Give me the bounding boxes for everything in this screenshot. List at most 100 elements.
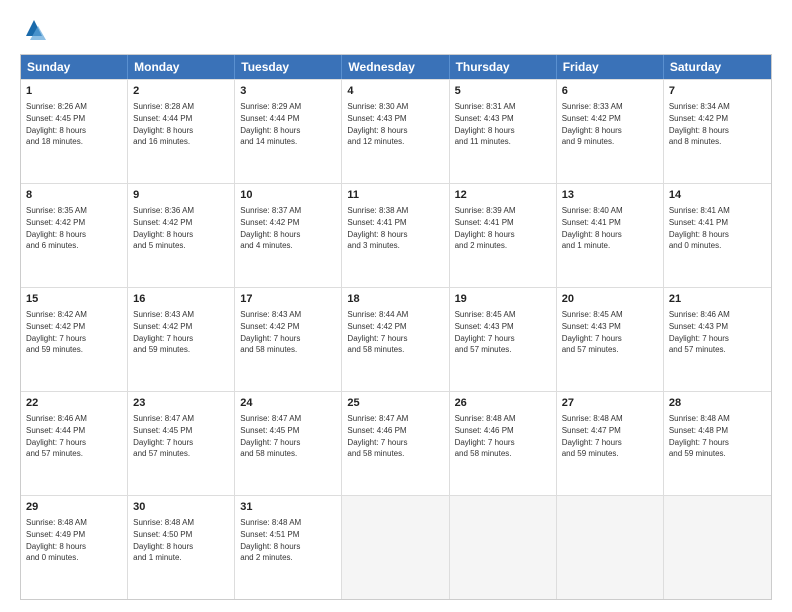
table-row: 19Sunrise: 8:45 AMSunset: 4:43 PMDayligh…	[450, 288, 557, 391]
calendar: SundayMondayTuesdayWednesdayThursdayFrid…	[20, 54, 772, 600]
cell-text: Sunrise: 8:45 AMSunset: 4:43 PMDaylight:…	[455, 309, 551, 355]
cell-text: Sunrise: 8:34 AMSunset: 4:42 PMDaylight:…	[669, 101, 766, 147]
table-row	[342, 496, 449, 599]
table-row: 30 Sunrise: 8:48 AMSunset: 4:50 PMDayligh…	[128, 496, 235, 599]
day-number: 6	[562, 84, 658, 99]
day-number: 15	[26, 292, 122, 307]
day-number: 11	[347, 188, 443, 203]
table-row: 16Sunrise: 8:43 AMSunset: 4:42 PMDayligh…	[128, 288, 235, 391]
cal-week-1: 1 Sunrise: 8:26 AMSunset: 4:45 PMDaylight…	[21, 79, 771, 183]
cell-text: Sunrise: 8:47 AMSunset: 4:45 PMDaylight:…	[133, 413, 229, 459]
cell-text: Sunrise: 8:48 AMSunset: 4:50 PMDaylight:…	[133, 517, 229, 563]
day-number: 5	[455, 84, 551, 99]
cell-text: Sunrise: 8:46 AMSunset: 4:43 PMDaylight:…	[669, 309, 766, 355]
cal-header-day-tuesday: Tuesday	[235, 55, 342, 79]
table-row: 15 Sunrise: 8:42 AMSunset: 4:42 PMDayligh…	[21, 288, 128, 391]
table-row: 20 Sunrise: 8:45 AMSunset: 4:43 PMDayligh…	[557, 288, 664, 391]
cal-week-4: 22 Sunrise: 8:46 AMSunset: 4:44 PMDayligh…	[21, 391, 771, 495]
cell-text: Sunrise: 8:37 AMSunset: 4:42 PMDaylight:…	[240, 205, 336, 251]
table-row: 25Sunrise: 8:47 AMSunset: 4:46 PMDayligh…	[342, 392, 449, 495]
cal-header-day-monday: Monday	[128, 55, 235, 79]
day-number: 27	[562, 396, 658, 411]
table-row: 31Sunrise: 8:48 AMSunset: 4:51 PMDayligh…	[235, 496, 342, 599]
cell-text: Sunrise: 8:43 AMSunset: 4:42 PMDaylight:…	[240, 309, 336, 355]
day-number: 24	[240, 396, 336, 411]
cell-text: Sunrise: 8:31 AMSunset: 4:43 PMDaylight:…	[455, 101, 551, 147]
day-number: 1	[26, 84, 122, 99]
cell-text: Sunrise: 8:39 AMSunset: 4:41 PMDaylight:…	[455, 205, 551, 251]
cell-text: Sunrise: 8:29 AMSunset: 4:44 PMDaylight:…	[240, 101, 336, 147]
logo	[20, 16, 52, 44]
cell-text: Sunrise: 8:40 AMSunset: 4:41 PMDaylight:…	[562, 205, 658, 251]
table-row: 14 Sunrise: 8:41 AMSunset: 4:41 PMDayligh…	[664, 184, 771, 287]
day-number: 4	[347, 84, 443, 99]
table-row: 12Sunrise: 8:39 AMSunset: 4:41 PMDayligh…	[450, 184, 557, 287]
day-number: 17	[240, 292, 336, 307]
day-number: 26	[455, 396, 551, 411]
day-number: 29	[26, 500, 122, 515]
table-row: 22 Sunrise: 8:46 AMSunset: 4:44 PMDayligh…	[21, 392, 128, 495]
cal-header-day-sunday: Sunday	[21, 55, 128, 79]
day-number: 7	[669, 84, 766, 99]
day-number: 8	[26, 188, 122, 203]
cell-text: Sunrise: 8:28 AMSunset: 4:44 PMDaylight:…	[133, 101, 229, 147]
cell-text: Sunrise: 8:44 AMSunset: 4:42 PMDaylight:…	[347, 309, 443, 355]
day-number: 25	[347, 396, 443, 411]
cell-text: Sunrise: 8:47 AMSunset: 4:45 PMDaylight:…	[240, 413, 336, 459]
day-number: 16	[133, 292, 229, 307]
cell-text: Sunrise: 8:38 AMSunset: 4:41 PMDaylight:…	[347, 205, 443, 251]
day-number: 30	[133, 500, 229, 515]
table-row	[557, 496, 664, 599]
table-row: 1 Sunrise: 8:26 AMSunset: 4:45 PMDaylight…	[21, 80, 128, 183]
cell-text: Sunrise: 8:48 AMSunset: 4:46 PMDaylight:…	[455, 413, 551, 459]
table-row: 3 Sunrise: 8:29 AMSunset: 4:44 PMDaylight…	[235, 80, 342, 183]
cal-header-day-saturday: Saturday	[664, 55, 771, 79]
day-number: 3	[240, 84, 336, 99]
cal-week-3: 15 Sunrise: 8:42 AMSunset: 4:42 PMDayligh…	[21, 287, 771, 391]
page: SundayMondayTuesdayWednesdayThursdayFrid…	[0, 0, 792, 612]
table-row	[664, 496, 771, 599]
table-row: 18 Sunrise: 8:44 AMSunset: 4:42 PMDayligh…	[342, 288, 449, 391]
logo-icon	[20, 16, 48, 44]
day-number: 23	[133, 396, 229, 411]
day-number: 18	[347, 292, 443, 307]
day-number: 28	[669, 396, 766, 411]
table-row: 7 Sunrise: 8:34 AMSunset: 4:42 PMDaylight…	[664, 80, 771, 183]
day-number: 31	[240, 500, 336, 515]
cal-week-5: 29Sunrise: 8:48 AMSunset: 4:49 PMDayligh…	[21, 495, 771, 599]
day-number: 22	[26, 396, 122, 411]
cal-week-2: 8Sunrise: 8:35 AMSunset: 4:42 PMDaylight…	[21, 183, 771, 287]
cell-text: Sunrise: 8:48 AMSunset: 4:47 PMDaylight:…	[562, 413, 658, 459]
table-row: 26 Sunrise: 8:48 AMSunset: 4:46 PMDayligh…	[450, 392, 557, 495]
cell-text: Sunrise: 8:46 AMSunset: 4:44 PMDaylight:…	[26, 413, 122, 459]
table-row	[450, 496, 557, 599]
cal-header-day-thursday: Thursday	[450, 55, 557, 79]
day-number: 14	[669, 188, 766, 203]
calendar-header: SundayMondayTuesdayWednesdayThursdayFrid…	[21, 55, 771, 79]
cal-header-day-friday: Friday	[557, 55, 664, 79]
table-row: 9Sunrise: 8:36 AMSunset: 4:42 PMDaylight…	[128, 184, 235, 287]
table-row: 24 Sunrise: 8:47 AMSunset: 4:45 PMDayligh…	[235, 392, 342, 495]
cell-text: Sunrise: 8:26 AMSunset: 4:45 PMDaylight:…	[26, 101, 122, 147]
cell-text: Sunrise: 8:41 AMSunset: 4:41 PMDaylight:…	[669, 205, 766, 251]
table-row: 13 Sunrise: 8:40 AMSunset: 4:41 PMDayligh…	[557, 184, 664, 287]
cell-text: Sunrise: 8:42 AMSunset: 4:42 PMDaylight:…	[26, 309, 122, 355]
table-row: 6 Sunrise: 8:33 AMSunset: 4:42 PMDaylight…	[557, 80, 664, 183]
table-row: 21Sunrise: 8:46 AMSunset: 4:43 PMDayligh…	[664, 288, 771, 391]
cell-text: Sunrise: 8:33 AMSunset: 4:42 PMDaylight:…	[562, 101, 658, 147]
table-row: 17 Sunrise: 8:43 AMSunset: 4:42 PMDayligh…	[235, 288, 342, 391]
table-row: 5 Sunrise: 8:31 AMSunset: 4:43 PMDaylight…	[450, 80, 557, 183]
table-row: 27 Sunrise: 8:48 AMSunset: 4:47 PMDayligh…	[557, 392, 664, 495]
table-row: 23 Sunrise: 8:47 AMSunset: 4:45 PMDayligh…	[128, 392, 235, 495]
day-number: 13	[562, 188, 658, 203]
cell-text: Sunrise: 8:48 AMSunset: 4:48 PMDaylight:…	[669, 413, 766, 459]
table-row: 28 Sunrise: 8:48 AMSunset: 4:48 PMDayligh…	[664, 392, 771, 495]
day-number: 9	[133, 188, 229, 203]
day-number: 10	[240, 188, 336, 203]
table-row: 4Sunrise: 8:30 AMSunset: 4:43 PMDaylight…	[342, 80, 449, 183]
day-number: 20	[562, 292, 658, 307]
cell-text: Sunrise: 8:45 AMSunset: 4:43 PMDaylight:…	[562, 309, 658, 355]
table-row: 29Sunrise: 8:48 AMSunset: 4:49 PMDayligh…	[21, 496, 128, 599]
day-number: 2	[133, 84, 229, 99]
table-row: 2 Sunrise: 8:28 AMSunset: 4:44 PMDaylight…	[128, 80, 235, 183]
